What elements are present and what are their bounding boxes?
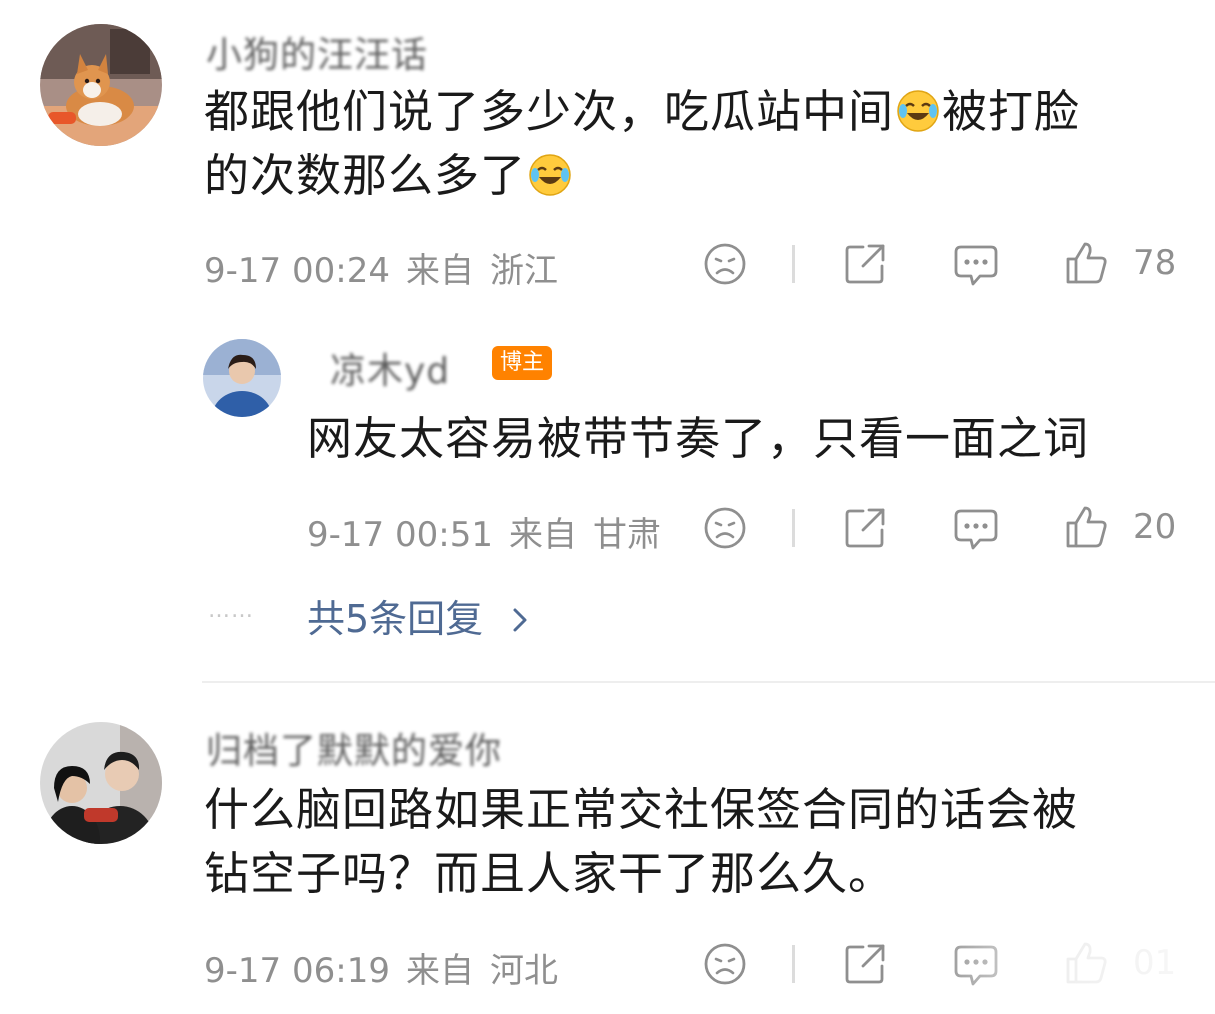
sad-face-icon[interactable] (703, 242, 747, 286)
chevron-right-icon (513, 608, 527, 632)
comment-date: 9-17 06:19 (204, 951, 390, 991)
more-replies-link[interactable]: 共5条回复 (307, 588, 531, 643)
sad-face-icon[interactable] (703, 506, 747, 550)
comment-location: 河北 (489, 951, 558, 991)
comment-text-part: 的次数那么多了 (204, 149, 527, 202)
comment-from-label: 来自 (405, 251, 474, 291)
comment-bubble-icon[interactable] (953, 506, 999, 552)
thumbs-up-icon[interactable] (1063, 240, 1109, 286)
avatar-user-3[interactable] (40, 722, 162, 844)
comment-from-label: 来自 (405, 951, 474, 991)
comment-meta: 9-17 06:19 来自 河北 (204, 943, 558, 992)
like-count: 78 (1133, 243, 1177, 283)
comment-text: 什么脑回路如果正常交社保签合同的话会被 钻空子吗？而且人家干了那么久。 (204, 778, 1164, 906)
avatar-person-image (203, 339, 281, 417)
comment-text-part: 都跟他们说了多少次，吃瓜站中间 (204, 85, 895, 138)
comment-location: 浙江 (489, 251, 558, 291)
blogger-badge: 博主 (492, 346, 553, 380)
comment-text: 都跟他们说了多少次，吃瓜站中间 被打脸 的次数那么多了 (204, 80, 1164, 208)
avatar-couple-image (40, 722, 162, 844)
comment-text-line: 什么脑回路如果正常交社保签合同的话会被 (204, 783, 1079, 836)
comment-text-line: 钻空子吗？而且人家干了那么久。 (204, 847, 895, 900)
laughing-crying-emoji (897, 90, 939, 132)
thumbs-up-icon[interactable] (1063, 504, 1109, 550)
watermark-fade (930, 930, 1215, 1014)
share-icon[interactable] (843, 506, 887, 550)
comment-text: 网友太容易被带节奏了，只看一面之词 (307, 412, 1090, 465)
avatar-user-1[interactable] (40, 24, 162, 146)
username[interactable]: 凉木yd (330, 342, 450, 394)
avatar-corgi-image (40, 24, 162, 146)
more-replies-label: 共5条回复 (307, 597, 484, 641)
more-replies-dots: …… (208, 598, 254, 623)
username[interactable]: 归档了默默的爱你 (206, 722, 502, 774)
comment-location: 甘肃 (592, 515, 661, 555)
laughing-crying-emoji (529, 154, 571, 196)
action-divider (792, 945, 795, 983)
comment-meta: 9-17 00:24 来自 浙江 (204, 243, 558, 292)
comment-date: 9-17 00:24 (204, 251, 390, 291)
share-icon[interactable] (843, 942, 887, 986)
comment-divider (202, 681, 1215, 683)
action-divider (792, 509, 795, 547)
comment-date: 9-17 00:51 (307, 515, 493, 555)
comment-text-part: 被打脸 (942, 85, 1081, 138)
comment-meta: 9-17 00:51 来自 甘肃 (307, 507, 661, 556)
comment-from-label: 来自 (508, 515, 577, 555)
username[interactable]: 小狗的汪汪话 (206, 26, 428, 78)
comment-bubble-icon[interactable] (953, 242, 999, 288)
like-count: 20 (1133, 507, 1177, 547)
share-icon[interactable] (843, 242, 887, 286)
sad-face-icon[interactable] (703, 942, 747, 986)
action-divider (792, 245, 795, 283)
avatar-user-2[interactable] (203, 339, 281, 417)
